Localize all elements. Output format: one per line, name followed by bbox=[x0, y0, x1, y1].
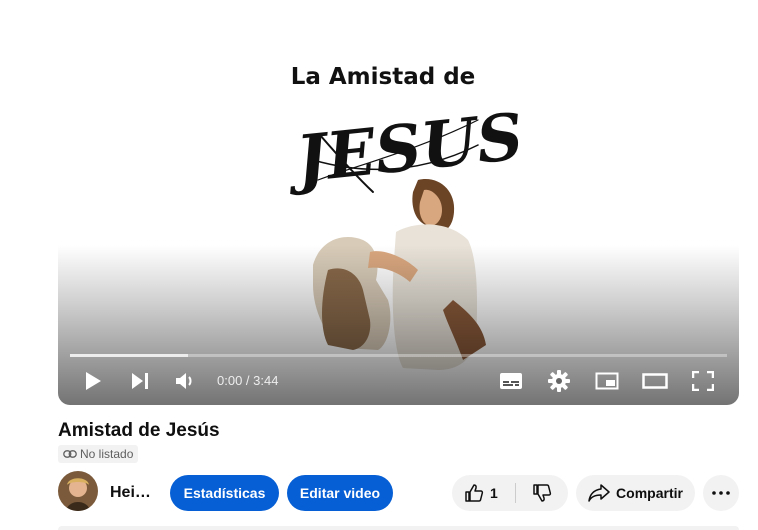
privacy-label: No listado bbox=[80, 447, 134, 461]
description-box-edge bbox=[58, 526, 739, 530]
edit-video-button[interactable]: Editar video bbox=[287, 475, 393, 511]
play-button[interactable] bbox=[78, 366, 108, 396]
more-icon bbox=[712, 491, 730, 495]
controls-gradient bbox=[58, 245, 739, 405]
next-icon bbox=[132, 373, 148, 389]
theater-button[interactable] bbox=[640, 366, 670, 396]
poster-title-big: JESUS bbox=[282, 99, 527, 198]
avatar-image bbox=[58, 471, 98, 511]
video-player[interactable]: La Amistad de JESUS 0:00 / 3:44 bbox=[58, 0, 739, 405]
video-title: Amistad de Jesús bbox=[58, 420, 220, 441]
channel-avatar[interactable] bbox=[58, 471, 98, 511]
fullscreen-icon bbox=[692, 371, 714, 391]
channel-name[interactable]: Hei… bbox=[110, 484, 151, 502]
next-button[interactable] bbox=[125, 366, 155, 396]
theater-icon bbox=[642, 373, 668, 389]
stats-button[interactable]: Estadísticas bbox=[170, 475, 279, 511]
fullscreen-button[interactable] bbox=[688, 366, 718, 396]
poster-title-small: La Amistad de bbox=[291, 64, 476, 90]
subtitles-icon bbox=[500, 373, 522, 389]
progress-bar[interactable] bbox=[70, 354, 727, 357]
like-count: 1 bbox=[490, 485, 498, 501]
dislike-button[interactable] bbox=[516, 475, 568, 511]
thumbs-down-icon bbox=[533, 484, 552, 502]
subtitles-button[interactable] bbox=[496, 366, 526, 396]
gear-icon bbox=[548, 370, 570, 392]
like-dislike-group: 1 bbox=[452, 475, 568, 511]
time-display: 0:00 / 3:44 bbox=[217, 373, 279, 388]
buffered-bar bbox=[70, 354, 189, 357]
miniplayer-button[interactable] bbox=[592, 366, 622, 396]
volume-icon bbox=[176, 373, 192, 389]
settings-button[interactable] bbox=[544, 366, 574, 396]
play-icon bbox=[86, 372, 101, 390]
mute-button[interactable] bbox=[170, 366, 200, 396]
more-actions-button[interactable] bbox=[703, 475, 739, 511]
miniplayer-icon bbox=[595, 372, 619, 390]
like-button[interactable]: 1 bbox=[452, 475, 514, 511]
thumbs-up-icon bbox=[465, 484, 484, 502]
share-button[interactable]: Compartir bbox=[576, 475, 695, 511]
link-icon bbox=[63, 450, 77, 458]
privacy-badge: No listado bbox=[58, 445, 139, 463]
share-icon bbox=[588, 484, 610, 502]
share-label: Compartir bbox=[616, 485, 683, 501]
